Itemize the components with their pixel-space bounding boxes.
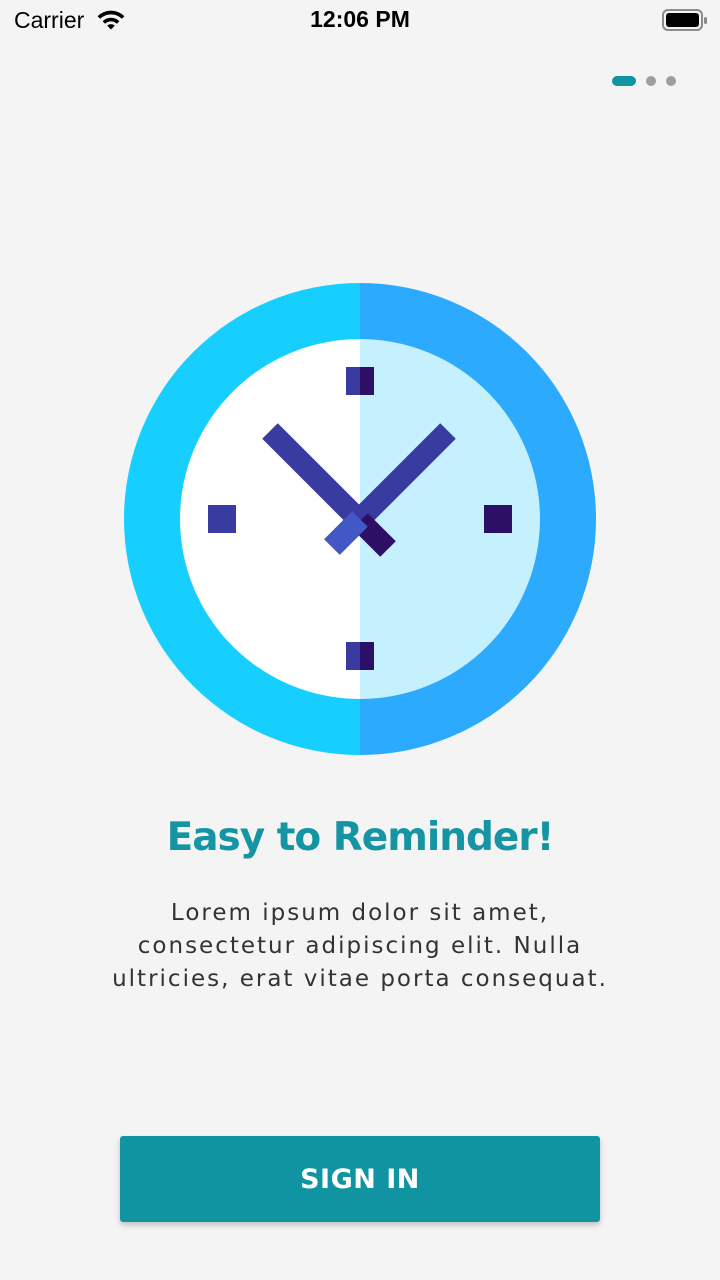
onboarding-description: Lorem ipsum dolor sit amet, consectetur … bbox=[112, 900, 608, 992]
marker-6-left bbox=[346, 642, 360, 670]
page-dot[interactable] bbox=[666, 76, 676, 86]
battery-icon bbox=[662, 9, 707, 31]
page-indicator bbox=[612, 76, 676, 86]
page-dot-active[interactable] bbox=[612, 76, 636, 86]
status-time: 12:06 PM bbox=[310, 6, 410, 32]
page-dot[interactable] bbox=[646, 76, 656, 86]
sign-in-button[interactable]: SIGN IN bbox=[120, 1136, 600, 1222]
marker-12-left bbox=[346, 367, 360, 395]
marker-3 bbox=[484, 505, 512, 533]
marker-6-right bbox=[360, 642, 374, 670]
status-bar: Carrier 12:06 PM bbox=[0, 0, 720, 40]
clock-icon bbox=[124, 283, 596, 755]
onboarding-title: Easy to Reminder! bbox=[166, 815, 555, 860]
marker-12-right bbox=[360, 367, 374, 395]
marker-9 bbox=[208, 505, 236, 533]
